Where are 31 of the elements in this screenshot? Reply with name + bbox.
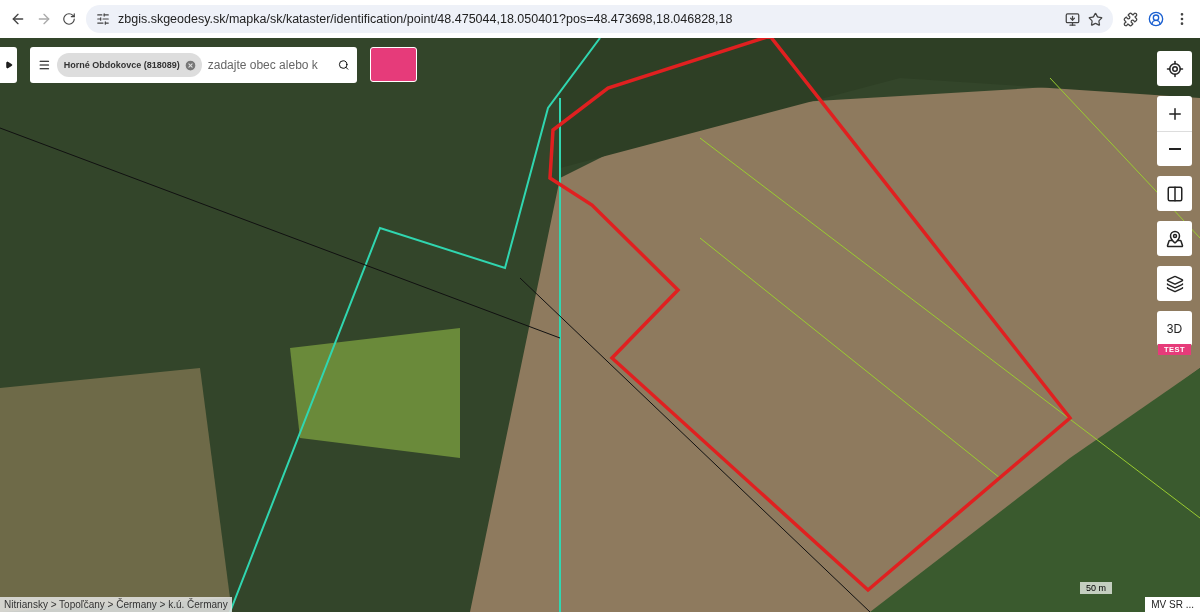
basemap-button[interactable] <box>1157 221 1192 256</box>
sidebar-toggle[interactable] <box>0 47 17 83</box>
compare-button[interactable] <box>1157 176 1192 211</box>
locate-icon <box>1165 59 1184 78</box>
zoom-in-button[interactable] <box>1157 96 1192 131</box>
address-bar[interactable]: zbgis.skgeodesy.sk/mapka/sk/kataster/identification/point/48.475044,18.050401?pos=48.473698,18.046828,18 <box>86 5 1113 33</box>
url-text: zbgis.skgeodesy.sk/mapka/sk/kataster/identification/point/48.475044,18.050401?pos=48.473698,18.046828,18 <box>118 12 734 26</box>
layers-icon <box>1165 274 1184 293</box>
profile-icon[interactable] <box>1148 11 1164 27</box>
extensions-icon[interactable] <box>1123 11 1138 27</box>
back-icon[interactable] <box>10 11 26 27</box>
cadastre-map-logo[interactable] <box>370 47 417 82</box>
site-settings-icon[interactable] <box>96 12 110 26</box>
attribution: MV SR ... <box>1145 597 1200 612</box>
reload-icon[interactable] <box>62 12 76 26</box>
search-icon[interactable] <box>337 57 349 73</box>
map-pin-icon <box>1165 229 1184 248</box>
scale-label: 50 m <box>1080 582 1112 594</box>
split-screen-icon <box>1165 184 1184 203</box>
layers-button[interactable] <box>1157 266 1192 301</box>
install-icon[interactable] <box>1065 11 1080 27</box>
municipality-chip[interactable]: Horné Obdokovce (818089) <box>56 53 202 77</box>
caret-icon <box>4 61 13 69</box>
locate-button[interactable] <box>1157 51 1192 86</box>
zoom-out-button[interactable] <box>1157 131 1192 166</box>
breadcrumb: Nitriansky > Topoľčany > Čermany > k.ú. Čermany <box>0 597 232 612</box>
search-field[interactable]: Horné Obdokovce (818089) zadajte obec alebo k <box>30 47 357 83</box>
minus-icon <box>1168 148 1181 150</box>
close-icon[interactable] <box>183 58 197 72</box>
3d-button[interactable]: 3D <box>1157 311 1192 346</box>
bookmark-star-icon[interactable] <box>1088 11 1103 27</box>
